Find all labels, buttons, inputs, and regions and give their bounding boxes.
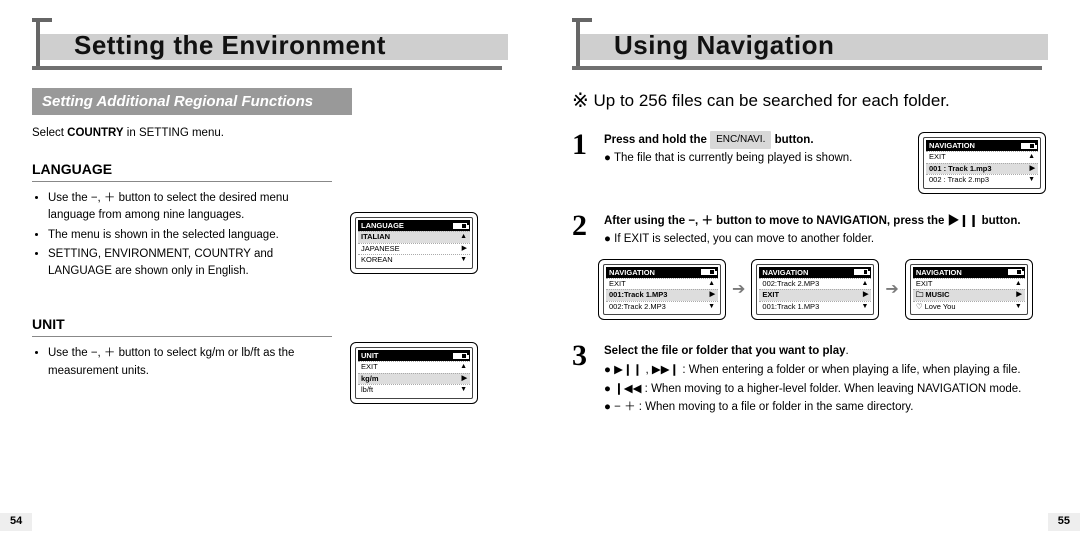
right-page: Using Navigation ※ Up to 256 files can b… (540, 0, 1080, 539)
lcd-sequence: NAVIGATION EXIT▲ 001:Track 1.MP3▶ 002:Tr… (598, 259, 1048, 321)
divider (32, 181, 332, 182)
step-number: 3 (572, 342, 594, 369)
step-number: 1 (572, 131, 594, 158)
page-title-left: Setting the Environment (74, 30, 386, 61)
lcd-unit: UNIT EXIT▲ kg/m▶ lb/ft▼ (350, 342, 478, 404)
lcd-navigation-b: NAVIGATION 002:Track 2.MP3▲ EXIT▶ 001:Tr… (751, 259, 879, 321)
left-page: Setting the Environment Setting Addition… (0, 0, 540, 539)
step-number: 2 (572, 212, 594, 239)
button-label-encnavi: ENC/NAVI. (710, 131, 771, 149)
language-bullets: Use the −, ＋ button to select the desire… (32, 190, 302, 280)
page-number-left: 54 (0, 513, 32, 531)
section-heading-unit: UNIT (32, 316, 508, 332)
select-note: Select COUNTRY in SETTING menu. (32, 127, 508, 139)
arrow-right-icon: ➔ (885, 279, 898, 299)
lcd-language: LANGUAGE ITALIAN▲ JAPANESE▶ KOREAN▼ (350, 212, 478, 274)
divider (32, 336, 332, 337)
list-item: SETTING, ENVIRONMENT, COUNTRY and LANGUA… (48, 246, 302, 281)
description-line: ※ Up to 256 files can be searched for ea… (572, 88, 1048, 113)
step-3: 3 Select the file or folder that you wan… (572, 342, 1048, 417)
page-title-right: Using Navigation (614, 30, 834, 61)
step-2: 2 After using the −, ＋ button to move to… (572, 212, 1048, 249)
subtitle-band: Setting Additional Regional Functions (32, 88, 352, 115)
page-number-right: 55 (1048, 513, 1080, 531)
arrow-right-icon: ➔ (732, 279, 745, 299)
lcd-navigation-c: NAVIGATION EXIT▲ 🗀 MUSIC▶ ♡ Love You▼ (905, 259, 1033, 321)
list-item: Use the −, ＋ button to select kg/m or lb… (48, 345, 302, 380)
title-block-right: Using Navigation (572, 18, 1048, 70)
lcd-navigation-1: NAVIGATION EXIT▲ 001 : Track 1.mp3▶ 002 … (918, 132, 1046, 194)
section-heading-language: LANGUAGE (32, 161, 508, 177)
reference-mark-icon: ※ (572, 90, 589, 112)
list-item: Use the −, ＋ button to select the desire… (48, 190, 302, 225)
lcd-navigation-a: NAVIGATION EXIT▲ 001:Track 1.MP3▶ 002:Tr… (598, 259, 726, 321)
list-item: The menu is shown in the selected langua… (48, 227, 302, 244)
title-block-left: Setting the Environment (32, 18, 508, 70)
unit-bullets: Use the −, ＋ button to select kg/m or lb… (32, 345, 302, 380)
